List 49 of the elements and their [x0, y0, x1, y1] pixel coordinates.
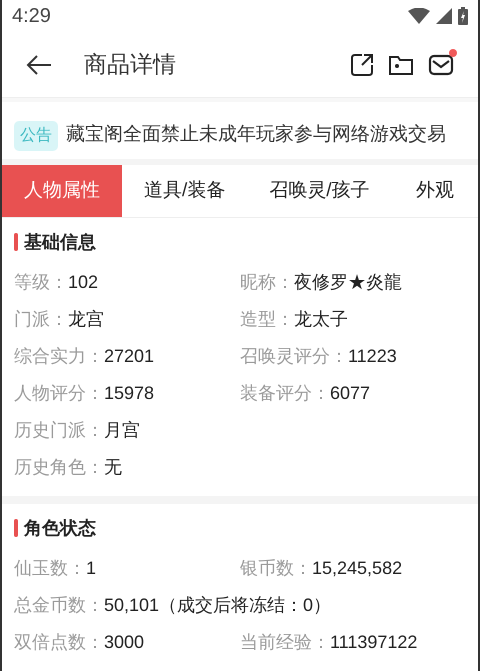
field-value: 月宫	[104, 419, 140, 442]
field-value: 3000	[104, 631, 144, 654]
section-marker	[14, 519, 18, 537]
field-value: 15978	[104, 382, 154, 405]
section-marker	[14, 233, 18, 251]
field-value: 1	[86, 557, 96, 580]
field-label: 历史角色：	[14, 456, 104, 479]
field-label: 门派：	[14, 308, 68, 331]
notice-text: 藏宝阁全面禁止未成年玩家参与网络游戏交易	[66, 123, 446, 148]
share-icon[interactable]	[350, 52, 374, 77]
field-label: 综合实力：	[14, 345, 104, 368]
field-value: 50,101（成交后将冻结：0）	[104, 594, 332, 617]
field-label: 召唤灵评分：	[240, 345, 348, 368]
field-value: 龙宫	[68, 308, 104, 331]
field-value: 龙太子	[294, 308, 348, 331]
tab[interactable]: 道具/装备	[122, 165, 248, 217]
field-value: 6077	[330, 382, 370, 405]
field-label: 等级：	[14, 271, 68, 294]
field-label: 昵称：	[240, 271, 294, 294]
field-label: 装备评分：	[240, 382, 330, 405]
field-value: 111397122	[330, 631, 418, 654]
field-value: 11223	[348, 345, 397, 368]
field-label: 人物评分：	[14, 382, 104, 405]
section-title: 基础信息	[24, 230, 96, 254]
field-label: 双倍点数：	[14, 631, 104, 654]
tab[interactable]: 外观	[392, 165, 478, 217]
tab[interactable]: 人物属性	[2, 165, 122, 217]
mail-icon[interactable]	[428, 52, 454, 77]
field-label: 仙玉数：	[14, 557, 86, 580]
signal-icon	[436, 8, 452, 24]
notice-badge: 公告	[14, 120, 58, 151]
page-title: 商品详情	[84, 50, 176, 80]
field-value: 102	[68, 271, 98, 294]
section-title: 角色状态	[24, 516, 96, 540]
field-label: 总金币数：	[14, 594, 104, 617]
field-value: 27201	[104, 345, 154, 368]
field-value: 无	[104, 456, 122, 479]
status-time: 4:29	[12, 4, 51, 30]
field-label: 历史门派：	[14, 419, 104, 442]
field-value: 15,245,582	[312, 557, 402, 580]
wifi-icon	[408, 8, 430, 24]
field-label: 银币数：	[240, 557, 312, 580]
field-label: 造型：	[240, 308, 294, 331]
battery-icon	[458, 7, 468, 26]
field-label: 当前经验：	[240, 631, 330, 654]
tab[interactable]: 召唤灵/孩子	[247, 165, 392, 217]
back-arrow-icon[interactable]	[26, 54, 52, 76]
folder-icon[interactable]	[388, 54, 414, 76]
field-value: 夜修罗★炎龍	[294, 271, 402, 294]
